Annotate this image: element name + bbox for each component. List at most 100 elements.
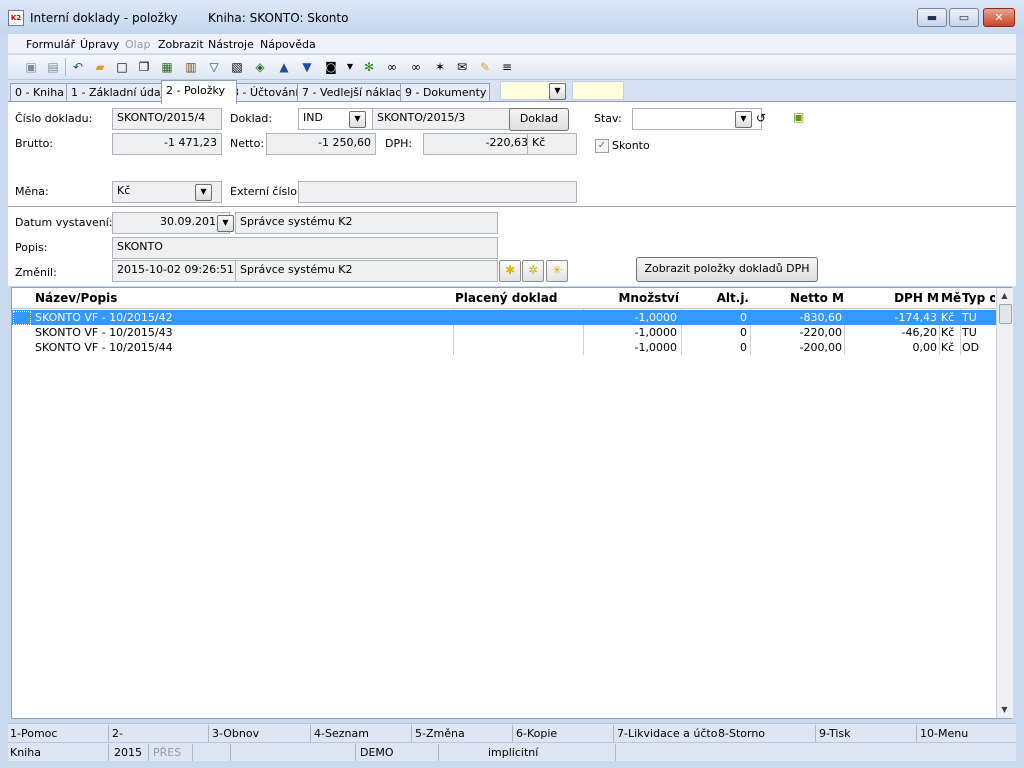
status-bar: Kniha 2015 PŘES DEMO implicitní: [8, 742, 1016, 761]
externi-cislo-label: Externí číslo:: [230, 185, 301, 198]
fkey-zmena[interactable]: 5-Změna: [415, 727, 465, 740]
tab-polozky[interactable]: 2 - Položky: [161, 80, 237, 104]
fkey-pomoc[interactable]: 1-Pomoc: [10, 727, 57, 740]
star-add-icon[interactable]: ✲: [522, 260, 544, 282]
datum-vystaveni-field[interactable]: 30.09.2015: [112, 212, 230, 234]
scrollbar-thumb[interactable]: [999, 304, 1012, 324]
column-header-dph-m[interactable]: DPH M: [846, 291, 939, 305]
menu-olap[interactable]: Olap: [125, 38, 150, 51]
menu-nastroje[interactable]: Nástroje: [208, 38, 254, 51]
chevron-down-icon[interactable]: ▼: [217, 215, 234, 232]
tab-uctovani[interactable]: 3 - Účtování: [227, 83, 307, 103]
column-header-nazev[interactable]: Název/Popis: [35, 291, 453, 305]
table-row[interactable]: SKONTO VF - 10/2015/44 -1,0000 0 -200,00…: [12, 340, 996, 355]
cell-nazev: SKONTO VF - 10/2015/44: [35, 341, 173, 354]
undo-icon[interactable]: ↶: [70, 59, 86, 75]
cell-mnozstvi: -1,0000: [634, 311, 677, 324]
fkey-tisk[interactable]: 9-Tisk: [819, 727, 851, 740]
doklad-button[interactable]: Doklad: [509, 108, 569, 131]
column-header-netto-m[interactable]: Netto M: [752, 291, 844, 305]
copy-icon[interactable]: ❐: [136, 59, 152, 75]
save-all-icon[interactable]: ▤: [45, 59, 61, 75]
cell-alt-j: 0: [740, 341, 747, 354]
doklad-label: Doklad:: [230, 112, 273, 125]
history-icon[interactable]: ↺: [756, 111, 766, 125]
open-folder-icon[interactable]: ▰: [92, 59, 108, 75]
grid-vertical-scrollbar[interactable]: ▲ ▼: [996, 288, 1013, 718]
fkey-seznam[interactable]: 4-Seznam: [314, 727, 369, 740]
skonto-checkbox[interactable]: ✓: [595, 139, 609, 153]
datum-user-field: Správce systému K2: [235, 212, 498, 234]
function-key-bar: 1-Pomoc 2- 3-Obnov 4-Seznam 5-Změna 6-Ko…: [8, 723, 1016, 742]
filter-document-icon[interactable]: ▧: [229, 59, 245, 75]
lock-icon[interactable]: ▦: [159, 59, 175, 75]
fkey-kopie[interactable]: 6-Kopie: [516, 727, 557, 740]
column-header-placeny-doklad[interactable]: Placený doklad: [455, 291, 583, 305]
chevron-down-icon[interactable]: ▼: [735, 111, 752, 128]
column-header-mnozstvi[interactable]: Množství: [585, 291, 679, 305]
cell-dph-m: -46,20: [901, 326, 937, 339]
filter-icon[interactable]: ▽: [206, 59, 222, 75]
column-header-alt-j[interactable]: Alt.j.: [683, 291, 749, 305]
maximize-button[interactable]: ▭: [949, 8, 979, 27]
fkey-likvidace[interactable]: 7-Likvidace a účtová: [617, 727, 717, 740]
star-icon[interactable]: ✱: [499, 260, 521, 282]
find-replace-icon[interactable]: ✶: [432, 59, 448, 75]
book-icon[interactable]: ▥: [183, 59, 199, 75]
show-vat-items-button[interactable]: Zobrazit položky dokladů DPH: [636, 257, 818, 282]
zmenil-label: Změnil:: [15, 266, 57, 279]
mail-icon[interactable]: ✉: [454, 59, 470, 75]
netto-field: -1 250,60: [266, 133, 376, 155]
chevron-down-icon[interactable]: ▼: [349, 111, 366, 128]
tab-vedlejsi-naklady[interactable]: 7 - Vedlejší náklady: [297, 83, 410, 103]
cell-mena: Kč: [941, 341, 955, 354]
fkey-obnov[interactable]: 3-Obnov: [212, 727, 259, 740]
status-year: 2015: [114, 746, 142, 759]
popis-field[interactable]: SKONTO: [112, 237, 498, 259]
table-row[interactable]: SKONTO VF - 10/2015/42 -1,0000 0 -830,60…: [12, 310, 996, 325]
notes-icon[interactable]: ✎: [477, 59, 493, 75]
refresh-icon[interactable]: ✻: [361, 59, 377, 75]
scroll-up-icon[interactable]: ▲: [997, 288, 1012, 303]
lock-icon: ▣: [793, 110, 805, 124]
chevron-down-icon[interactable]: ▼: [342, 59, 358, 75]
binoculars-next-icon[interactable]: ∞: [408, 59, 424, 75]
chevron-down-icon[interactable]: ▼: [195, 184, 212, 201]
tab-zakladni-udaje[interactable]: 1 - Základní údaje: [66, 83, 171, 103]
menu-napoveda[interactable]: Nápověda: [260, 38, 316, 51]
table-row[interactable]: SKONTO VF - 10/2015/43 -1,0000 0 -220,00…: [12, 325, 996, 340]
arrow-down-icon[interactable]: ▼: [299, 59, 315, 75]
scroll-down-icon[interactable]: ▼: [997, 702, 1012, 717]
list-menu-icon[interactable]: ≡: [499, 59, 515, 75]
save-icon[interactable]: ▣: [23, 59, 39, 75]
cell-nazev: SKONTO VF - 10/2015/42: [35, 311, 173, 324]
arrow-up-icon[interactable]: ▲: [276, 59, 292, 75]
close-button[interactable]: ✕: [983, 8, 1015, 27]
tab-dokumenty[interactable]: 9 - Dokumenty: [400, 83, 490, 103]
externi-cislo-field[interactable]: [298, 181, 577, 203]
window-book-title: Kniha: SKONTO: Skonto: [208, 11, 349, 25]
fkey-2[interactable]: 2-: [112, 727, 123, 740]
menu-zobrazit[interactable]: Zobrazit: [158, 38, 204, 51]
stack-icon[interactable]: ◈: [252, 59, 268, 75]
cell-typ: OD: [962, 341, 980, 354]
zmenil-date-field: 2015-10-02 09:26:51: [112, 260, 242, 282]
menu-formular[interactable]: Formulář: [26, 38, 75, 51]
new-document-icon[interactable]: □: [114, 59, 130, 75]
star-edit-icon[interactable]: ✳: [546, 260, 568, 282]
cell-nazev: SKONTO VF - 10/2015/43: [35, 326, 173, 339]
chevron-down-icon[interactable]: ▼: [549, 83, 566, 100]
dph-field: -220,63: [423, 133, 533, 155]
fkey-menu[interactable]: 10-Menu: [920, 727, 968, 740]
column-header-mena[interactable]: Mě: [941, 291, 961, 305]
column-header-typ[interactable]: Typ o: [962, 291, 995, 305]
cislo-dokladu-field: SKONTO/2015/4: [112, 108, 222, 130]
fkey-storno[interactable]: 8-Storno: [718, 727, 765, 740]
tab-filter-field[interactable]: [572, 81, 624, 100]
binoculars-icon[interactable]: ∞: [384, 59, 400, 75]
cell-alt-j: 0: [740, 326, 747, 339]
camera-icon[interactable]: ◙: [323, 59, 339, 75]
status-mode: PŘES: [153, 746, 182, 759]
menu-upravy[interactable]: Úpravy: [80, 38, 119, 51]
minimize-button[interactable]: ▬: [917, 8, 947, 27]
